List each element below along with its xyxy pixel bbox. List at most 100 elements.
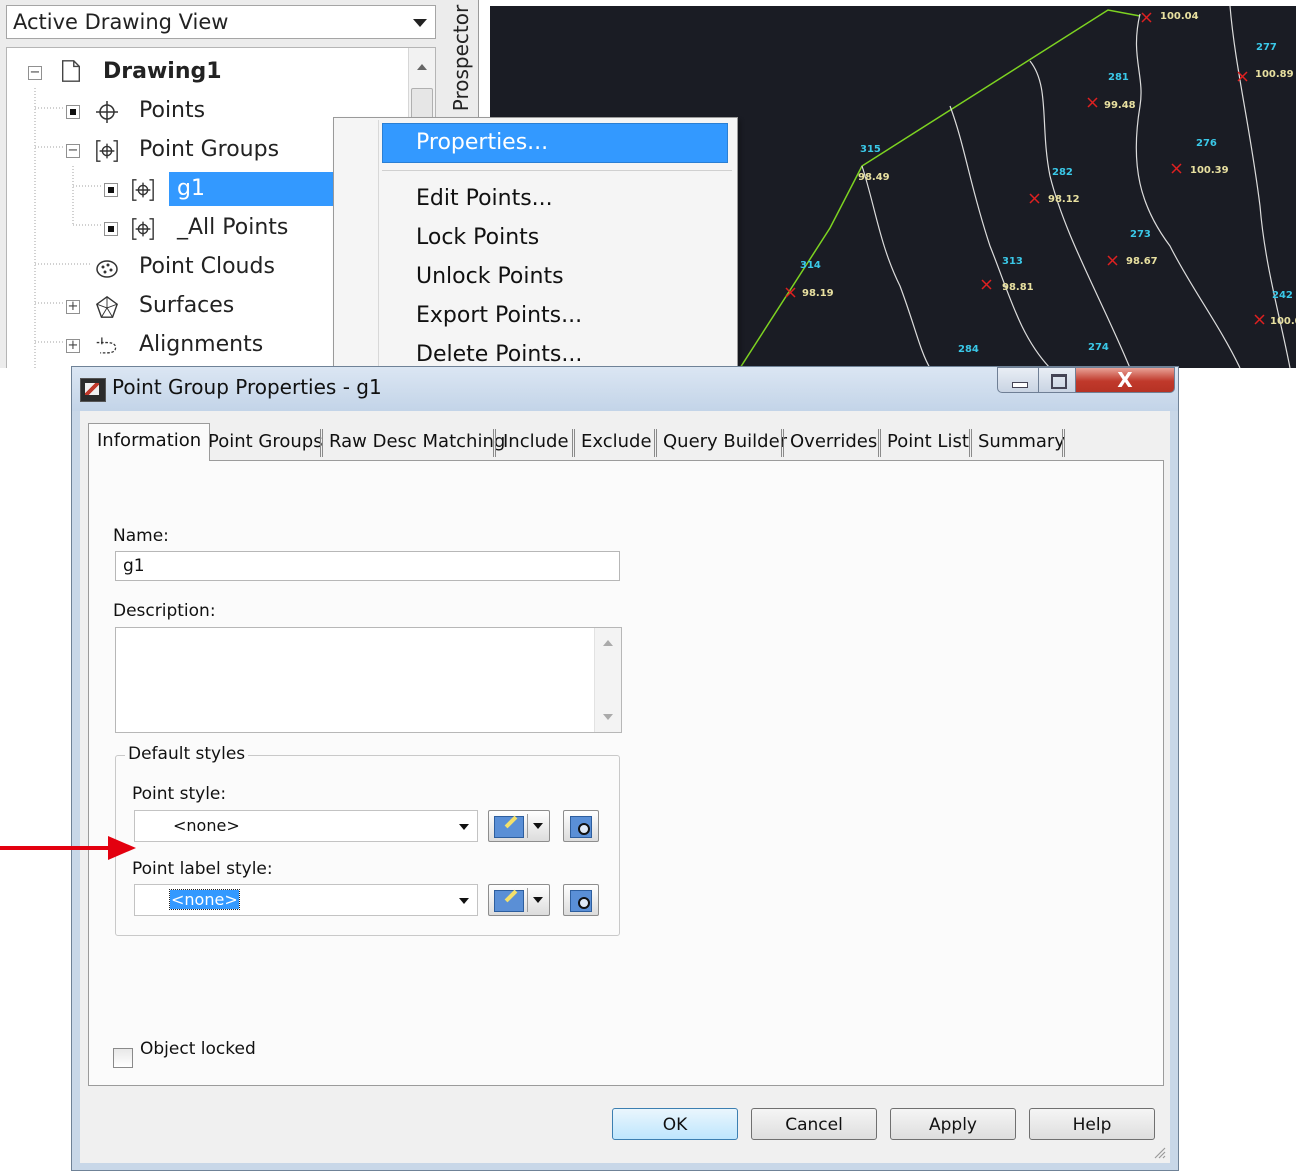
point-style-value: <none> [173,816,240,835]
point-number-label: 276 [1196,138,1217,149]
tab-divider [781,429,784,457]
tab-summary[interactable]: Summary [978,425,1065,459]
chevron-down-icon[interactable] [533,897,543,903]
tab-include[interactable]: Include [503,425,569,459]
elevation-label: 98.67 [1126,256,1158,267]
point-number-label: 313 [1002,256,1023,267]
menu-item-lock-points[interactable]: Lock Points [416,221,539,255]
point-style-preview-button[interactable] [563,810,599,842]
tab-divider [878,429,881,457]
tab-query-builder[interactable]: Query Builder [663,425,787,459]
point-number-label: 277 [1256,42,1277,53]
menu-gutter [378,120,379,368]
elevation-label: 98.12 [1048,194,1080,205]
scroll-up-icon[interactable] [417,64,427,70]
menu-item-unlock-points[interactable]: Unlock Points [416,260,564,294]
tab-divider [493,429,496,457]
tab-divider [654,429,657,457]
minimize-button[interactable] [997,367,1039,393]
point-style-edit-button[interactable] [488,810,550,842]
edit-style-icon [494,816,524,838]
point-style-select[interactable]: <none> [134,810,478,842]
tab-divider [572,429,575,457]
tab-raw-desc-matching[interactable]: Raw Desc Matching [329,425,505,459]
elevation-label: 98.49 [858,172,890,183]
dialog-title-bar[interactable]: Point Group Properties - g1 X [72,367,1178,411]
chevron-down-icon[interactable] [459,898,469,904]
chevron-down-icon[interactable] [459,824,469,830]
elevation-label: 98.81 [1002,282,1034,293]
resize-grip-icon[interactable] [1152,1145,1166,1159]
name-label: Name: [113,526,169,546]
menu-item-properties[interactable]: Properties... [416,126,548,160]
elevation-label: 100.39 [1190,165,1229,176]
description-label: Description: [113,601,216,621]
point-number-label: 282 [1052,167,1073,178]
point-number-label: 314 [800,260,821,271]
help-button[interactable]: Help [1029,1108,1155,1140]
point-number-label: 242 [1272,290,1293,301]
ok-button[interactable]: OK [612,1108,738,1140]
scroll-up-icon[interactable] [603,640,613,646]
name-field[interactable] [115,551,620,581]
preview-icon [570,890,592,912]
tab-divider [1062,429,1065,457]
tab-exclude[interactable]: Exclude [581,425,652,459]
tab-point-list[interactable]: Point List [887,425,969,459]
maximize-button[interactable] [1038,367,1076,393]
point-label-style-value: <none> [169,889,240,910]
object-locked-checkbox[interactable] [113,1048,133,1068]
app-icon [80,378,106,402]
menu-separator [382,170,732,171]
dialog-body: Information Point Groups Raw Desc Matchi… [80,411,1170,1163]
point-number-label: 274 [1088,342,1109,353]
elevation-label: 100.04 [1160,11,1199,22]
description-scrollbar[interactable] [594,628,621,732]
tree-label: g1 [177,176,205,201]
split-divider [527,814,528,838]
tab-point-groups[interactable]: Point Groups [208,425,323,459]
dialog-title: Point Group Properties - g1 [112,375,382,399]
tab-information[interactable]: Information [88,423,211,461]
object-locked-label: Object locked [140,1039,256,1059]
view-dropdown[interactable]: Active Drawing View [6,5,436,39]
tree-connectors [34,88,101,368]
menu-item-export-points[interactable]: Export Points... [416,299,582,333]
elevation-label: 98.19 [802,288,834,299]
view-dropdown-value: Active Drawing View [13,10,229,34]
menu-item-edit-points[interactable]: Edit Points... [416,182,553,216]
point-label-style-edit-button[interactable] [488,884,550,916]
default-styles-legend: Default styles [125,744,249,764]
point-number-label: 281 [1108,72,1129,83]
point-number-label: 315 [860,144,881,155]
apply-button[interactable]: Apply [890,1108,1016,1140]
cancel-button[interactable]: Cancel [751,1108,877,1140]
prospector-tab[interactable]: Prospector [440,2,474,122]
tree-label: _All Points [177,215,289,240]
split-divider [527,888,528,912]
close-icon: X [1117,368,1133,392]
description-field[interactable] [115,627,622,733]
annotation-arrow-icon [0,836,136,860]
point-number-label: 284 [958,344,979,355]
tab-divider [320,429,323,457]
scroll-down-icon[interactable] [603,714,613,720]
point-group-properties-dialog: Point Group Properties - g1 X Informatio… [71,366,1179,1171]
elevation-label: 100.0 [1270,316,1296,327]
point-label-style-label: Point label style: [132,859,273,879]
chevron-down-icon[interactable] [533,823,543,829]
close-button[interactable]: X [1075,367,1175,393]
edit-style-icon [494,890,524,912]
point-style-label: Point style: [132,784,227,804]
point-label-style-preview-button[interactable] [563,884,599,916]
elevation-label: 99.48 [1104,100,1136,111]
chevron-down-icon[interactable] [413,19,427,27]
tab-divider [969,429,972,457]
point-label-style-select[interactable]: <none> [134,884,478,916]
preview-icon [570,816,592,838]
prospector-tab-label: Prospector [449,4,473,112]
point-number-label: 273 [1130,229,1151,240]
context-menu: Properties... Edit Points... Lock Points… [333,117,738,368]
tab-overrides[interactable]: Overrides [790,425,877,459]
elevation-label: 100.89 [1255,69,1294,80]
